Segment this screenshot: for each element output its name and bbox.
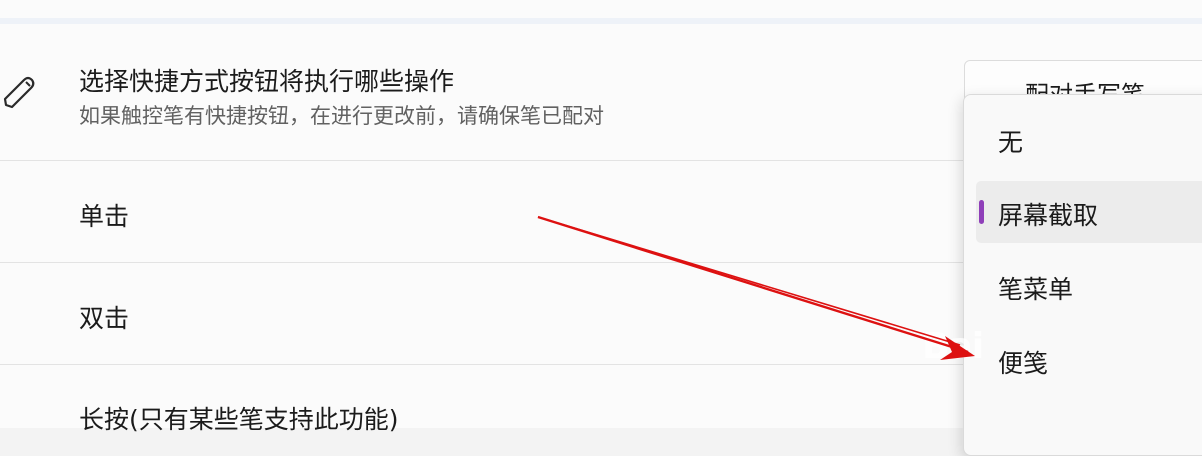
annotation-arrow: [537, 215, 975, 360]
